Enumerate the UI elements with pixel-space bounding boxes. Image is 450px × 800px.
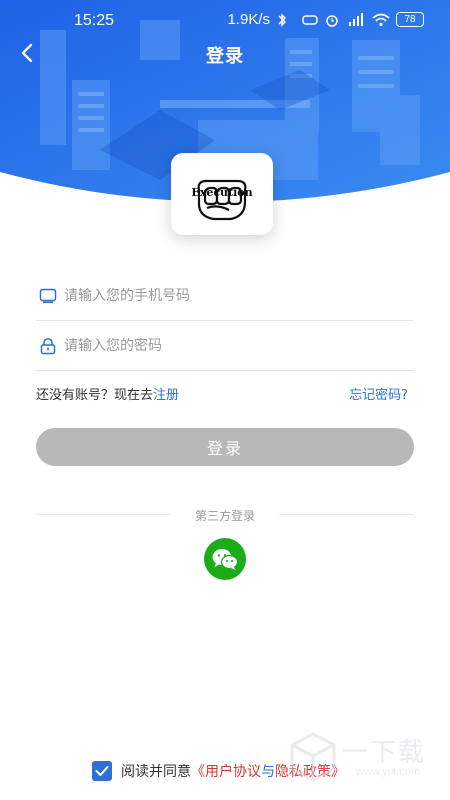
password-input[interactable] — [64, 337, 414, 354]
register-prompt: 还没有账号？现在去注册 — [36, 384, 179, 403]
register-link[interactable]: 注册 — [153, 388, 179, 403]
agreement-checkbox[interactable] — [92, 761, 112, 781]
watermark-url: www.yi4.com — [356, 766, 421, 778]
alarm-icon — [324, 13, 342, 27]
account-links-row: 还没有账号？现在去注册 忘记密码? — [36, 382, 414, 403]
nav-bar: 登录 — [0, 40, 450, 68]
phone-field — [36, 271, 414, 321]
divider-line-right — [279, 514, 414, 515]
third-party-label: 第三方登录 — [194, 509, 255, 523]
agreement-open-bracket: 《 — [191, 764, 205, 780]
third-party-divider: 第三方登录 — [36, 505, 414, 525]
user-agreement-link[interactable]: 用户协议 — [205, 761, 261, 781]
network-speed: 1.9K/s — [227, 11, 270, 28]
app-logo-card: Execution — [171, 153, 273, 235]
wechat-icon — [212, 549, 239, 570]
phone-icon — [38, 286, 58, 306]
login-button[interactable]: 登录 — [36, 428, 414, 466]
bluetooth-icon — [276, 12, 294, 27]
agreement-prefix: 阅读并同意 — [121, 764, 191, 780]
agreement-and: 与 — [261, 764, 275, 780]
status-indicators: 1.9K/s 78 — [227, 11, 424, 28]
cellular-signal-icon — [348, 12, 366, 27]
wifi-icon — [372, 13, 390, 27]
site-watermark: 一下载 www.yi4.com — [286, 730, 436, 786]
vibrate-icon — [300, 13, 318, 27]
app-logo: Execution — [187, 164, 257, 224]
status-time: 15:25 — [74, 12, 115, 29]
wechat-login-button[interactable] — [204, 538, 246, 580]
watermark-text: 一下载 — [342, 738, 427, 768]
battery-indicator: 78 — [396, 12, 424, 27]
register-prefix-text: 还没有账号？现在去 — [36, 388, 154, 403]
forgot-password-link[interactable]: 忘记密码? — [349, 384, 408, 403]
status-bar: 15:25 1.9K/s 78 — [0, 0, 450, 40]
lock-icon — [38, 336, 58, 356]
phone-input[interactable] — [64, 287, 414, 304]
check-icon — [95, 766, 109, 776]
logo-text: Execution — [191, 186, 253, 199]
page-title: 登录 — [206, 46, 244, 67]
cube-logo-icon — [290, 732, 336, 782]
password-field — [36, 321, 414, 371]
